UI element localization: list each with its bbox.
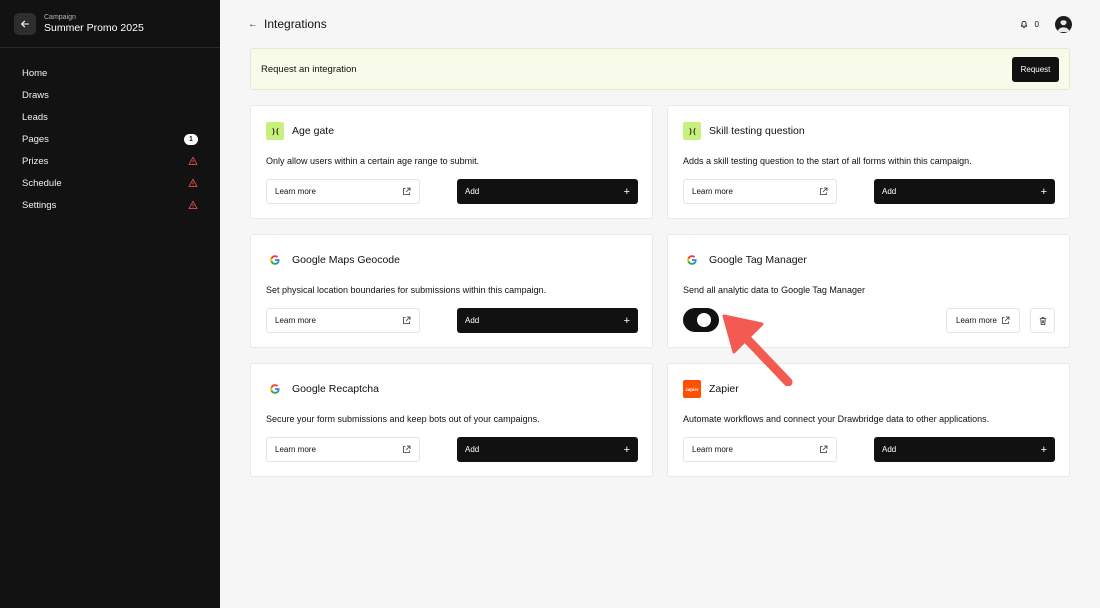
- sidebar-item-label: Pages: [22, 133, 49, 145]
- drawbridge-logo-icon: )(: [266, 122, 284, 140]
- card-title: Google Maps Geocode: [292, 254, 400, 266]
- external-link-icon: [1002, 316, 1010, 324]
- page-title: Integrations: [264, 17, 327, 31]
- add-button[interactable]: Add +: [874, 179, 1055, 204]
- add-label: Add: [465, 187, 480, 196]
- warning-icon: [187, 178, 198, 189]
- learn-more-button[interactable]: Learn more: [266, 308, 420, 333]
- external-link-icon: [820, 445, 828, 453]
- count-badge: 1: [184, 133, 198, 145]
- plus-icon: +: [1040, 185, 1047, 198]
- card-title: Age gate: [292, 125, 335, 137]
- sidebar: Campaign Summer Promo 2025 Home Draws Le…: [0, 0, 220, 608]
- card-description: Secure your form submissions and keep bo…: [266, 414, 540, 424]
- card-title: Google Recaptcha: [292, 383, 379, 395]
- notification-count: 0: [1034, 19, 1039, 29]
- toggle-knob: [697, 313, 711, 327]
- learn-more-button[interactable]: Learn more: [683, 179, 837, 204]
- request-integration-banner: Request an integration Request: [250, 48, 1070, 90]
- card-description: Set physical location boundaries for sub…: [266, 285, 547, 295]
- sidebar-item-schedule[interactable]: Schedule: [0, 172, 220, 194]
- external-link-icon: [403, 187, 411, 195]
- plus-icon: +: [1040, 443, 1047, 456]
- back-button[interactable]: [14, 12, 36, 35]
- integration-card-skill-testing-question: )( Skill testing question Adds a skill t…: [667, 105, 1070, 219]
- google-logo-icon: [266, 251, 284, 269]
- sidebar-item-label: Leads: [22, 111, 48, 123]
- card-title: Google Tag Manager: [709, 254, 807, 266]
- card-title: Skill testing question: [709, 125, 805, 137]
- sidebar-item-prizes[interactable]: Prizes: [0, 150, 220, 172]
- add-label: Add: [465, 445, 480, 454]
- banner-text: Request an integration: [261, 63, 357, 75]
- external-link-icon: [403, 316, 411, 324]
- learn-more-label: Learn more: [956, 316, 997, 325]
- request-button[interactable]: Request: [1012, 56, 1059, 82]
- bell-icon[interactable]: [1018, 18, 1030, 30]
- sidebar-item-home[interactable]: Home: [0, 62, 220, 84]
- add-button[interactable]: Add +: [874, 437, 1055, 462]
- sidebar-item-pages[interactable]: Pages 1: [0, 128, 220, 150]
- add-label: Add: [882, 445, 897, 454]
- learn-more-label: Learn more: [275, 187, 316, 196]
- drawbridge-logo-icon: )(: [683, 122, 701, 140]
- card-description: Send all analytic data to Google Tag Man…: [683, 285, 865, 295]
- trash-icon: [1039, 316, 1046, 325]
- sidebar-item-leads[interactable]: Leads: [0, 106, 220, 128]
- integration-card-age-gate: )( Age gate Only allow users within a ce…: [250, 105, 653, 219]
- add-button[interactable]: Add +: [457, 308, 638, 333]
- integration-card-google-maps-geocode: Google Maps Geocode Set physical locatio…: [250, 234, 653, 348]
- campaign-switcher: Campaign Summer Promo 2025: [0, 0, 220, 48]
- learn-more-label: Learn more: [692, 187, 733, 196]
- card-description: Automate workflows and connect your Draw…: [683, 414, 990, 424]
- learn-more-button[interactable]: Learn more: [266, 179, 420, 204]
- learn-more-label: Learn more: [275, 445, 316, 454]
- plus-icon: +: [623, 314, 630, 327]
- add-button[interactable]: Add +: [457, 437, 638, 462]
- plus-icon: +: [623, 443, 630, 456]
- learn-more-label: Learn more: [692, 445, 733, 454]
- campaign-name: Summer Promo 2025: [44, 21, 144, 34]
- integration-card-google-recaptcha: Google Recaptcha Secure your form submis…: [250, 363, 653, 477]
- user-avatar-icon: [1057, 18, 1070, 32]
- sidebar-item-draws[interactable]: Draws: [0, 84, 220, 106]
- annotation-arrow-icon: [722, 314, 793, 386]
- zapier-logo-icon: zapier: [683, 380, 701, 398]
- sidebar-item-label: Schedule: [22, 177, 62, 189]
- card-description: Only allow users within a certain age ra…: [266, 156, 480, 166]
- learn-more-label: Learn more: [275, 316, 316, 325]
- learn-more-button[interactable]: Learn more: [266, 437, 420, 462]
- avatar[interactable]: [1055, 15, 1072, 33]
- warning-icon: [187, 200, 198, 211]
- plus-icon: +: [623, 185, 630, 198]
- learn-more-button[interactable]: Learn more: [946, 308, 1020, 333]
- sidebar-nav: Home Draws Leads Pages 1 Prizes Schedule…: [0, 62, 220, 216]
- sidebar-item-settings[interactable]: Settings: [0, 194, 220, 216]
- add-label: Add: [465, 316, 480, 325]
- sidebar-item-label: Settings: [22, 199, 57, 211]
- learn-more-button[interactable]: Learn more: [683, 437, 837, 462]
- main-content: ← Integrations 0 Request an integration …: [220, 0, 1100, 608]
- sidebar-item-label: Draws: [22, 89, 49, 101]
- back-arrow-icon[interactable]: ←: [248, 19, 258, 30]
- sidebar-item-label: Home: [22, 67, 48, 79]
- campaign-eyebrow: Campaign: [44, 13, 76, 21]
- add-label: Add: [882, 187, 897, 196]
- add-button[interactable]: Add +: [457, 179, 638, 204]
- card-description: Adds a skill testing question to the sta…: [683, 156, 972, 166]
- warning-icon: [187, 156, 198, 167]
- sidebar-item-label: Prizes: [22, 155, 49, 167]
- google-logo-icon: [683, 251, 701, 269]
- delete-button[interactable]: [1030, 308, 1055, 333]
- page-header: ← Integrations 0: [248, 14, 1072, 34]
- google-logo-icon: [266, 380, 284, 398]
- enable-toggle[interactable]: [683, 308, 719, 332]
- external-link-icon: [403, 445, 411, 453]
- external-link-icon: [820, 187, 828, 195]
- arrow-left-icon: [21, 20, 30, 27]
